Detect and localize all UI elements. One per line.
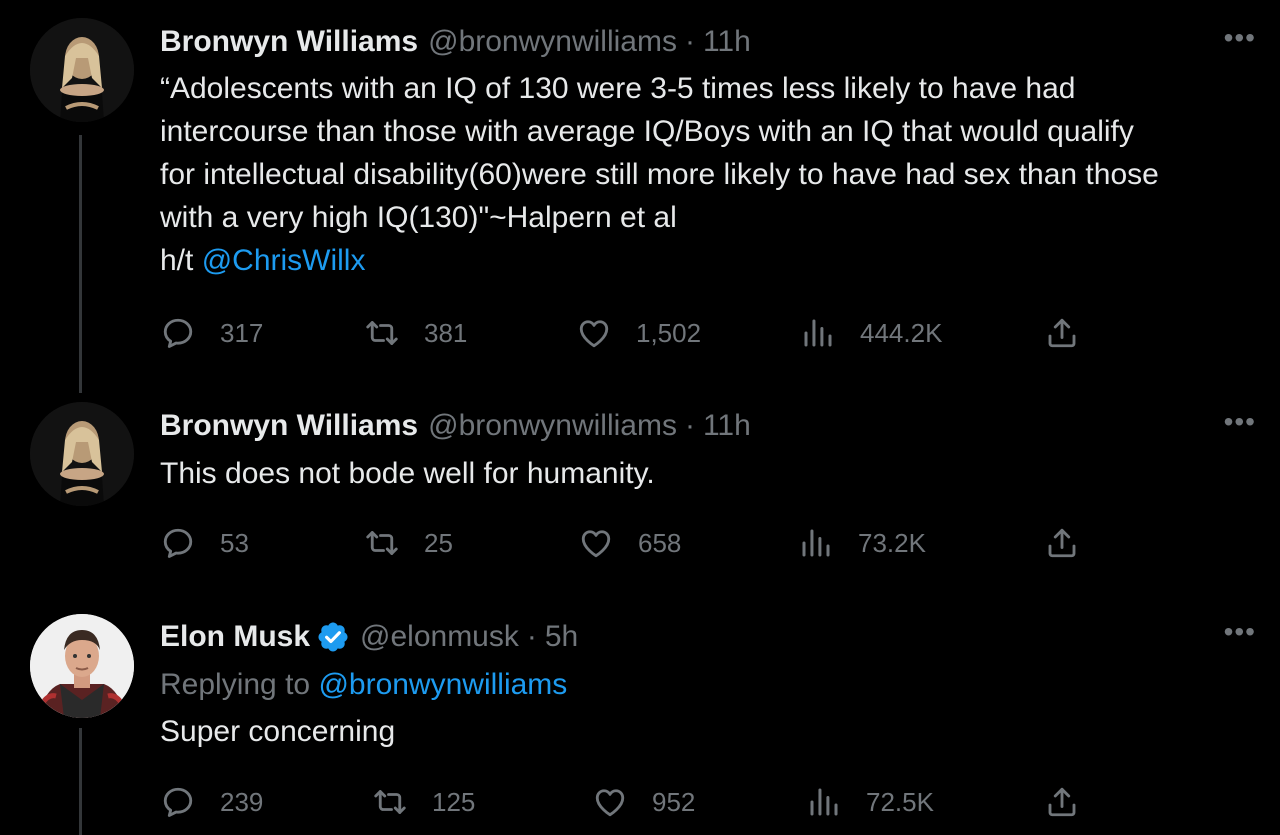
retweet-icon (364, 525, 400, 561)
views-button[interactable]: 444.2K (800, 311, 942, 355)
like-button[interactable]: 658 (578, 521, 681, 565)
share-icon (1044, 784, 1080, 820)
thread-line (79, 135, 82, 393)
retweet-count: 381 (424, 317, 468, 348)
avatar[interactable] (30, 614, 134, 718)
like-count: 952 (652, 786, 696, 817)
share-icon (1044, 315, 1080, 351)
retweet-count: 25 (424, 527, 453, 558)
views-count: 444.2K (860, 317, 943, 348)
tweet-text-line: Super concerning (160, 715, 396, 748)
replying-to-prefix: Replying to (160, 668, 311, 701)
retweet-button[interactable]: 381 (364, 311, 467, 355)
more-options-icon[interactable]: ••• (1224, 618, 1256, 646)
action-bar: 239 125 952 72.5K (160, 780, 1080, 824)
timestamp[interactable]: 5h (545, 620, 578, 654)
retweet-button[interactable]: 25 (364, 521, 453, 565)
mention-link[interactable]: @ChrisWillx (202, 244, 366, 277)
views-count: 72.5K (866, 786, 934, 817)
timestamp[interactable]: 11h (703, 25, 751, 59)
reply-count: 239 (220, 786, 264, 817)
avatar[interactable] (30, 18, 134, 122)
retweet-count: 125 (432, 786, 476, 817)
like-icon (576, 315, 612, 351)
views-button[interactable]: 73.2K (798, 521, 926, 565)
like-count: 1,502 (636, 317, 702, 348)
views-button[interactable]: 72.5K (806, 780, 934, 824)
tweet-header: Bronwyn Williams @bronwynwilliams · 11h (160, 406, 751, 446)
like-icon (592, 784, 628, 820)
action-bar: 317 381 1,502 444.2K (160, 311, 1080, 355)
like-count: 658 (638, 527, 682, 558)
avatar[interactable] (30, 402, 134, 506)
author-name[interactable]: Bronwyn Williams (160, 25, 418, 59)
more-options-icon[interactable]: ••• (1224, 408, 1256, 436)
separator-dot: · (684, 409, 695, 442)
like-icon (578, 525, 614, 561)
mention-link[interactable]: @bronwynwilliams (318, 668, 567, 701)
reply-button[interactable]: 239 (160, 780, 263, 824)
author-handle[interactable]: @bronwynwilliams (428, 25, 677, 59)
author-name[interactable]: Elon Musk (160, 620, 310, 654)
share-button[interactable] (1044, 780, 1080, 824)
thread-line (79, 728, 82, 835)
share-button[interactable] (1044, 521, 1080, 565)
retweet-icon (364, 315, 400, 351)
tweet-header: Elon Musk @elonmusk · 5h (160, 617, 578, 657)
tweet-text-line: intercourse than those with average IQ/B… (160, 115, 1134, 148)
views-icon (800, 315, 836, 351)
verified-badge-icon (316, 620, 350, 654)
action-bar: 53 25 658 73.2K (160, 521, 1080, 565)
timestamp[interactable]: 11h (703, 409, 751, 443)
tweet-text: Replying to @bronwynwilliams Super conce… (160, 663, 1260, 753)
like-button[interactable]: 952 (592, 780, 695, 824)
hat-tip-line: h/t @ChrisWillx (160, 239, 1260, 282)
separator-dot: · (526, 620, 537, 653)
reply-count: 317 (220, 317, 264, 348)
share-button[interactable] (1044, 311, 1080, 355)
share-icon (1044, 525, 1080, 561)
hat-tip-prefix: h/t (160, 244, 194, 277)
author-handle[interactable]: @bronwynwilliams (428, 409, 677, 443)
replying-to-line: Replying to @bronwynwilliams (160, 663, 1260, 706)
tweet-text-line: with a very high IQ(130)"~Halpern et al (160, 201, 677, 234)
more-options-icon[interactable]: ••• (1224, 24, 1256, 52)
tweet-text: This does not bode well for humanity. (160, 452, 1260, 495)
reply-count: 53 (220, 527, 249, 558)
views-count: 73.2K (858, 527, 926, 558)
reply-button[interactable]: 53 (160, 521, 249, 565)
reply-button[interactable]: 317 (160, 311, 263, 355)
author-handle[interactable]: @elonmusk (360, 620, 519, 654)
views-icon (798, 525, 834, 561)
tweet-header: Bronwyn Williams @bronwynwilliams · 11h (160, 22, 751, 62)
reply-icon (160, 784, 196, 820)
retweet-icon (372, 784, 408, 820)
views-icon (806, 784, 842, 820)
tweet-text: “Adolescents with an IQ of 130 were 3-5 … (160, 67, 1260, 282)
like-button[interactable]: 1,502 (576, 311, 701, 355)
tweet-text-line: for intellectual disability(60)were stil… (160, 158, 1159, 191)
retweet-button[interactable]: 125 (372, 780, 475, 824)
reply-icon (160, 315, 196, 351)
author-name[interactable]: Bronwyn Williams (160, 409, 418, 443)
tweet-text-line: This does not bode well for humanity. (160, 457, 655, 490)
tweet-text-line: “Adolescents with an IQ of 130 were 3-5 … (160, 72, 1076, 105)
reply-icon (160, 525, 196, 561)
separator-dot: · (684, 25, 695, 58)
